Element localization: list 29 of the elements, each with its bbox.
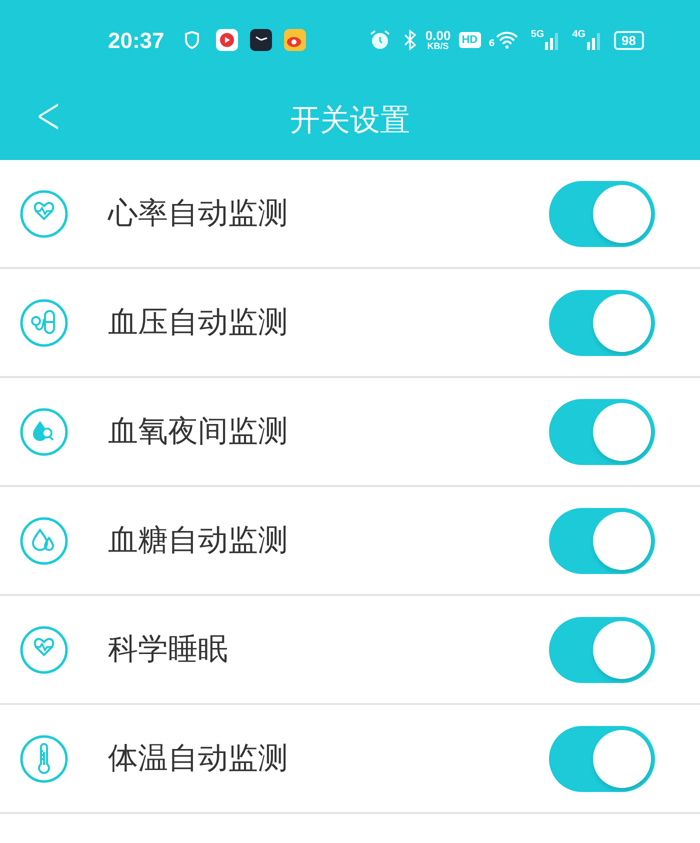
setting-label: 血氧夜间监测 (108, 413, 288, 451)
signal-icon (544, 30, 560, 50)
setting-label: 科学睡眠 (108, 631, 228, 669)
setting-label: 血压自动监测 (108, 304, 288, 342)
clock-app-icon (250, 29, 272, 51)
eye-app-icon (284, 29, 306, 51)
net-speed: 0.00 (425, 29, 451, 42)
drops-icon (20, 516, 68, 564)
hd-badge: HD (458, 32, 481, 48)
setting-label: 心率自动监测 (108, 195, 288, 233)
network-type: 5G (530, 30, 544, 40)
setting-label: 血糖自动监测 (108, 522, 288, 560)
net-speed-unit: KB/S (427, 42, 449, 51)
pill-icon (20, 298, 68, 346)
battery-level: 98 (614, 30, 644, 50)
signal-icon (586, 30, 602, 50)
wifi-generation: 6 (488, 40, 495, 49)
thermometer-icon (20, 734, 68, 782)
alarm-icon (369, 29, 392, 51)
setting-label: 体温自动监测 (108, 740, 288, 778)
shield-icon (184, 31, 200, 49)
wifi-icon (494, 31, 519, 49)
app-icon (216, 29, 238, 51)
drop-search-icon (20, 408, 68, 456)
network-type: 4G (572, 30, 586, 40)
back-button[interactable]: < (36, 90, 62, 142)
page-title: 开关设置 (290, 102, 410, 140)
status-time: 20:37 (108, 26, 164, 54)
bluetooth-icon (403, 29, 418, 51)
